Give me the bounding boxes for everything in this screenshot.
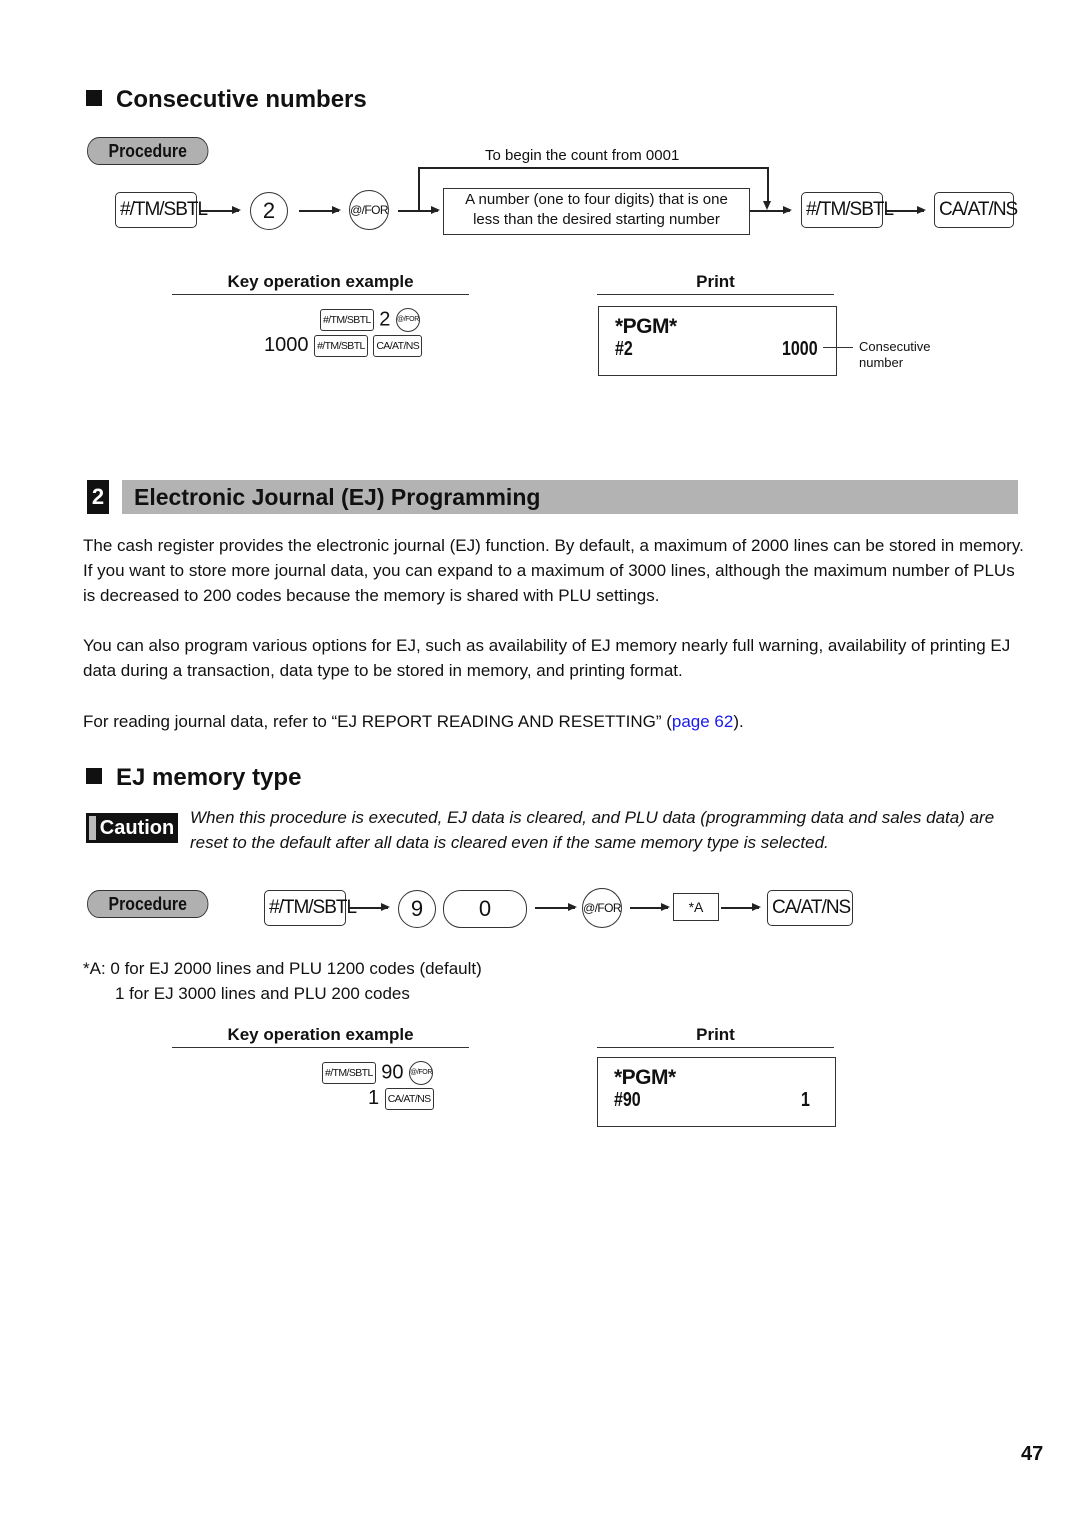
callout-line	[823, 347, 853, 349]
caution-label: Caution	[99, 817, 175, 839]
variable-a-box: *A	[673, 893, 719, 921]
key-example-value: 1000	[264, 334, 309, 356]
key-digit-2: 2	[250, 192, 288, 230]
receipt-left: #90	[614, 1089, 641, 1111]
key-digit-0: 0	[443, 890, 527, 928]
key-tm-sbtl-small: #/TM/SBTL	[322, 1062, 376, 1084]
key-example-line1: #/TM/SBTL 90 @/FOR	[322, 1061, 434, 1085]
print-receipt: *PGM* #90 1	[597, 1057, 836, 1127]
section-title-bar: Electronic Journal (EJ) Programming	[122, 480, 1018, 514]
key-example-value: 90	[381, 1061, 404, 1084]
receipt-pgm-header: *PGM*	[615, 315, 677, 338]
key-ca-at-ns-small: CA/AT/NS	[373, 334, 423, 357]
key-ca-at-ns-small: CA/AT/NS	[384, 1087, 434, 1110]
bypass-note: To begin the count from 0001	[485, 147, 680, 164]
procedure-badge: Procedure	[87, 137, 209, 165]
bypass-line-right	[767, 167, 769, 205]
key-ca-at-ns: CA/AT/NS	[934, 192, 1018, 228]
bypass-arrowhead-icon	[763, 201, 771, 210]
key-example-heading: Key operation example	[172, 1025, 469, 1048]
number-input-box: A number (one to four digits) that is on…	[443, 188, 750, 235]
key-at-for-small: @/FOR	[395, 308, 420, 332]
page-number: 47	[1021, 1443, 1044, 1465]
receipt-right: 1000	[782, 338, 818, 360]
number-box-line2: less than the desired starting number	[473, 211, 720, 228]
section-title: Electronic Journal (EJ) Programming	[134, 484, 541, 510]
consecutive-numbers-heading: Consecutive numbers	[86, 86, 367, 114]
callout-line1: Consecutive	[859, 339, 931, 354]
receipt-right: 1	[801, 1089, 810, 1111]
section-paragraph-2: You can also program various options for…	[83, 636, 1011, 680]
key-example-value: 1	[368, 1087, 380, 1109]
procedure-badge: Procedure	[87, 890, 209, 918]
key-example-line2: 1000 #/TM/SBTL CA/AT/NS	[264, 334, 423, 357]
key-tm-sbtl: #/TM/SBTL	[115, 192, 208, 228]
heading-bullet-icon	[86, 768, 102, 784]
key-tm-sbtl: #/TM/SBTL	[801, 192, 894, 228]
key-tm-sbtl-small: #/TM/SBTL	[320, 309, 374, 331]
key-tm-sbtl-small: #/TM/SBTL	[314, 334, 368, 357]
para3-suffix: ).	[733, 712, 744, 731]
ej-memory-heading: EJ memory type	[86, 764, 301, 792]
receipt-pgm-header: *PGM*	[614, 1066, 676, 1089]
callout-line2: number	[859, 355, 904, 370]
flow-arrow	[299, 207, 341, 213]
caution-badge: Caution	[86, 813, 178, 843]
key-example-heading: Key operation example	[172, 272, 469, 295]
key-at-for: @/FOR	[349, 190, 389, 230]
heading-bullet-icon	[86, 90, 102, 106]
print-heading: Print	[597, 1025, 834, 1048]
key-example-line2: 1 CA/AT/NS	[368, 1087, 434, 1110]
flow-arrow	[348, 904, 390, 910]
caution-text: When this procedure is executed, EJ data…	[190, 808, 995, 852]
receipt-left: #2	[615, 338, 633, 360]
number-box-line1: A number (one to four digits) that is on…	[465, 191, 728, 208]
print-heading: Print	[597, 272, 834, 295]
note-a-line1: *A: 0 for EJ 2000 lines and PLU 1200 cod…	[83, 959, 482, 978]
key-example-line1: #/TM/SBTL 2 @/FOR	[320, 308, 420, 332]
section-number: 2	[87, 480, 109, 514]
key-at-for: @/FOR	[582, 888, 622, 928]
section-paragraph-3: For reading journal data, refer to “EJ R…	[83, 709, 1028, 734]
bypass-line-left	[418, 167, 420, 211]
note-a-line2: 1 for EJ 3000 lines and PLU 200 codes	[115, 984, 410, 1003]
page-62-link[interactable]: page 62	[672, 712, 733, 731]
key-ca-at-ns: CA/AT/NS	[767, 890, 853, 926]
key-example-value: 2	[379, 308, 391, 331]
flow-arrow	[199, 207, 241, 213]
key-at-for-small: @/FOR	[409, 1061, 434, 1085]
flow-arrow	[535, 904, 577, 910]
section-paragraph-1: The cash register provides the electroni…	[83, 536, 1024, 605]
para3-prefix: For reading journal data, refer to “EJ R…	[83, 712, 672, 731]
key-digit-9: 9	[398, 890, 436, 928]
flow-arrow	[750, 207, 792, 213]
bypass-line-top	[418, 167, 768, 169]
flow-arrow	[721, 904, 761, 910]
callout-label: Consecutive number	[859, 339, 931, 371]
flow-arrow	[886, 207, 926, 213]
key-tm-sbtl: #/TM/SBTL	[264, 890, 357, 926]
flow-arrow	[630, 904, 670, 910]
print-receipt: *PGM* #2 1000	[598, 306, 837, 376]
